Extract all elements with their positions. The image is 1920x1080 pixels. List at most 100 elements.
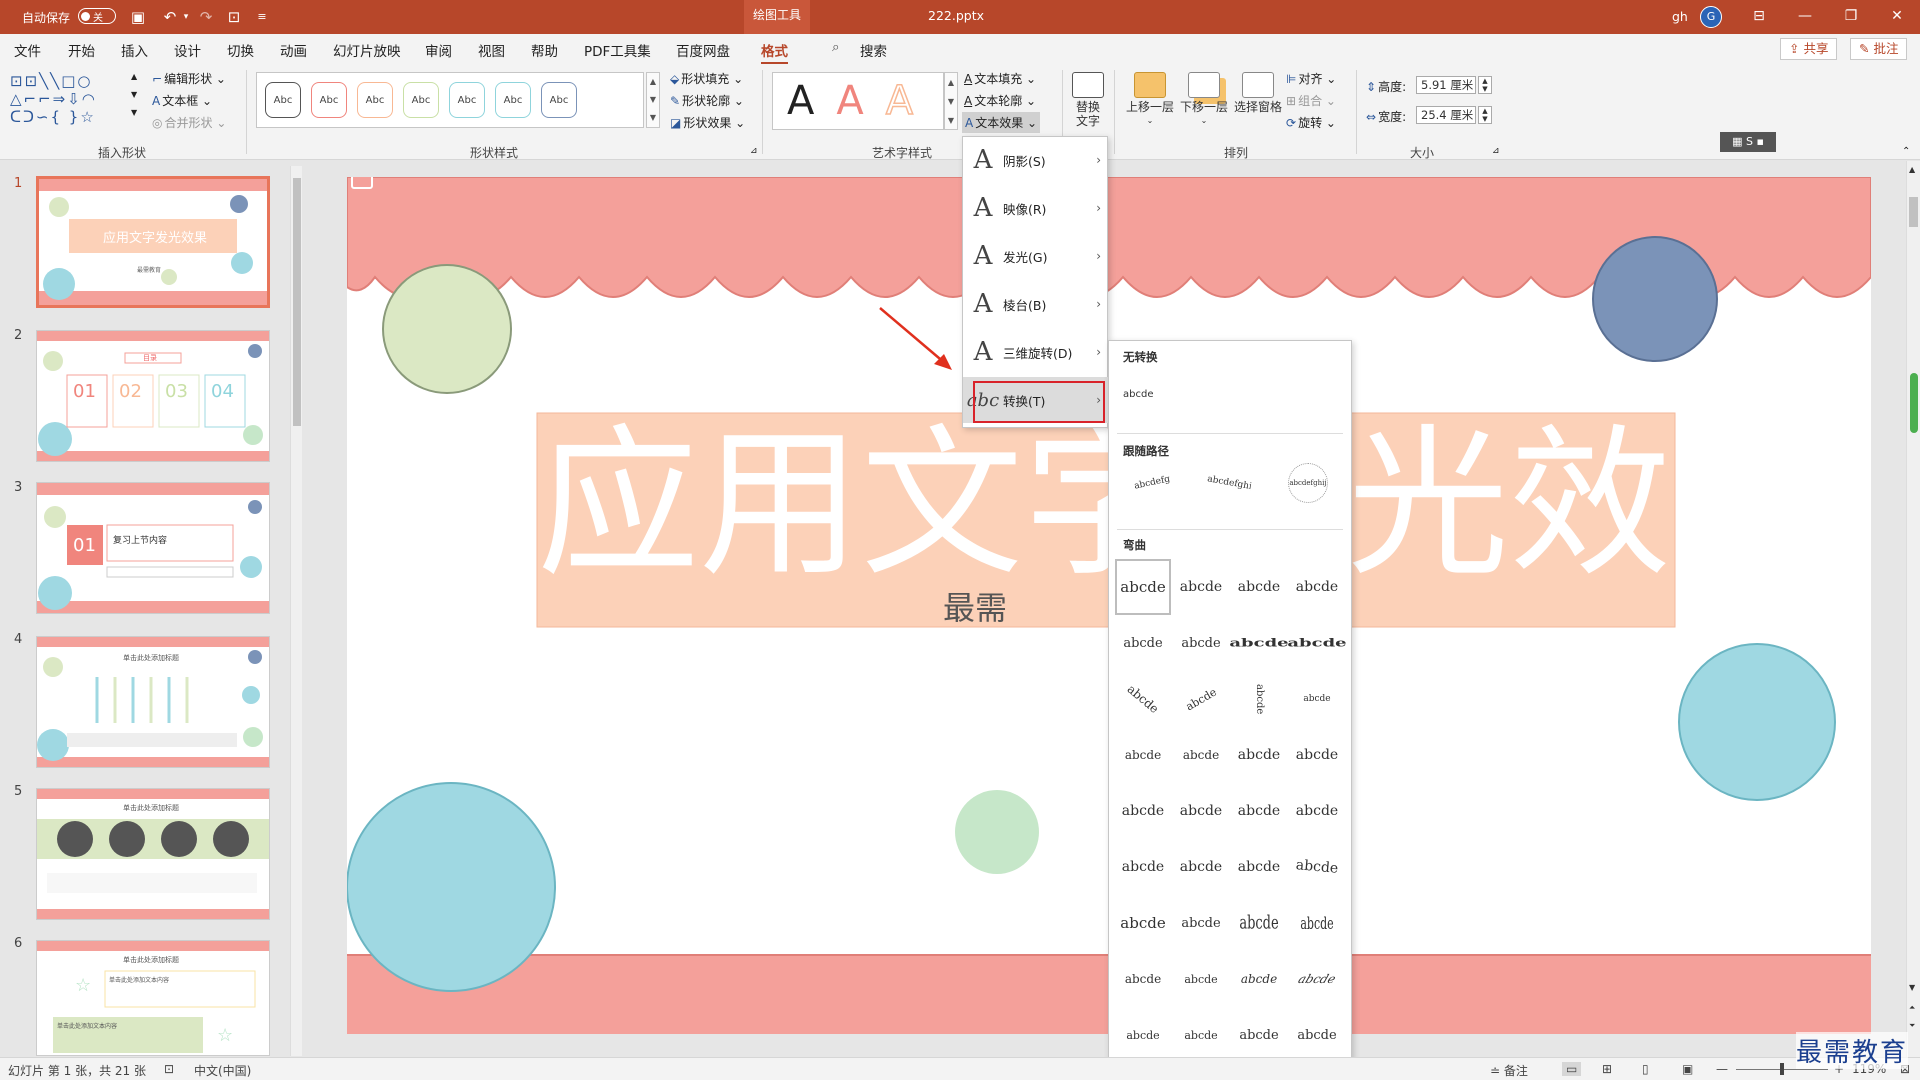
slide-thumbnail-4[interactable]: 单击此处添加标题 (36, 636, 270, 768)
normal-view-icon[interactable]: ▭ (1562, 1062, 1582, 1076)
no-transform-option[interactable]: abcde (1123, 389, 1153, 400)
warp-option[interactable]: abcde (1231, 1007, 1287, 1063)
warp-option[interactable]: abcde (1163, 661, 1239, 737)
dialog-launcher-icon[interactable]: ⊿ (750, 146, 758, 156)
width-input[interactable]: 25.4 厘米 (1416, 106, 1476, 124)
shape-styles-gallery[interactable]: Abc Abc Abc Abc Abc Abc Abc (256, 72, 644, 128)
warp-option[interactable]: abcde (1231, 727, 1287, 783)
thumbnail-scrollbar[interactable] (290, 166, 302, 1056)
send-backward-button[interactable]: 下移一层 ⌄ (1178, 72, 1230, 128)
text-effects-button[interactable]: A 文本效果 ⌄ (962, 112, 1041, 133)
zoom-out-icon[interactable]: — (1716, 1062, 1728, 1076)
warp-option[interactable]: abcde (1173, 783, 1229, 839)
warp-option[interactable]: abcde (1289, 783, 1345, 839)
close-button[interactable]: ✕ (1874, 0, 1920, 34)
slide-subtitle[interactable]: 最需 (943, 583, 1007, 629)
tab-home[interactable]: 开始 (68, 40, 95, 60)
warp-option[interactable]: abcde (1289, 727, 1345, 783)
merge-shapes-button[interactable]: ◎ 合并形状 ⌄ (152, 114, 226, 131)
scroll-thumb[interactable] (293, 178, 301, 426)
slide-sorter-icon[interactable]: ⊞ (1602, 1062, 1612, 1076)
warp-option[interactable]: abcde (1115, 951, 1171, 1007)
menu-item-glow[interactable]: A 发光(G) › (963, 233, 1109, 279)
slide-title[interactable]: 应用文字发光效果 (537, 395, 1677, 615)
scroll-up-icon[interactable]: ▲ (131, 72, 137, 81)
text-fill-button[interactable]: A 文本填充 ⌄ (964, 70, 1036, 87)
ribbon-display-icon[interactable]: ⊟ (1736, 0, 1782, 34)
scroll-down-icon[interactable]: ▼ (1909, 983, 1915, 992)
tab-insert[interactable]: 插入 (121, 40, 148, 60)
shape-styles-scroll[interactable]: ▲ ▼ ▼ (646, 72, 660, 128)
warp-option[interactable]: abcde (1115, 783, 1171, 839)
path-circle[interactable]: abcdefghijklm (1288, 463, 1329, 503)
shape-style-4[interactable]: Abc (403, 82, 439, 118)
height-input[interactable]: 5.91 厘米 (1416, 76, 1476, 94)
shape-style-2[interactable]: Abc (311, 82, 347, 118)
tab-view[interactable]: 视图 (478, 40, 505, 60)
tab-format[interactable]: 格式 (761, 40, 788, 65)
shape-outline-button[interactable]: ✎ 形状轮廓 ⌄ (670, 92, 744, 109)
tab-slideshow[interactable]: 幻灯片放映 (333, 40, 401, 60)
slide-thumbnail-2[interactable]: 目录 01 02 03 04 (36, 330, 270, 462)
shape-fill-button[interactable]: ⬙ 形状填充 ⌄ (670, 70, 743, 87)
shape-style-1[interactable]: Abc (265, 82, 301, 118)
comments-button[interactable]: ✎ 批注 (1850, 38, 1908, 60)
tab-help[interactable]: 帮助 (531, 40, 558, 60)
search-icon[interactable]: ⌕ (832, 39, 840, 55)
tab-design[interactable]: 设计 (174, 40, 201, 60)
align-button[interactable]: ⊫ 对齐 ⌄ (1286, 70, 1336, 87)
warp-option[interactable]: abcde (1115, 839, 1171, 895)
reading-view-icon[interactable]: ▯ (1642, 1062, 1649, 1076)
warp-option[interactable]: abcde (1289, 1007, 1345, 1063)
slide-thumbnail-6[interactable]: ☆ ☆ 单击此处添加标题 单击此处添加文本内容 单击此处添加文本内容 (36, 940, 270, 1056)
warp-option[interactable]: abcde (1231, 671, 1287, 727)
wordart-style-3[interactable]: A (885, 77, 914, 125)
slide-thumbnail-5[interactable]: 单击此处添加标题 (36, 788, 270, 920)
scroll-down-icon[interactable]: ▼ (131, 90, 137, 99)
avatar[interactable]: G (1700, 6, 1722, 28)
wordart-style-2[interactable]: A (836, 78, 863, 124)
warp-option[interactable]: abcde (1173, 727, 1229, 783)
shape-style-3[interactable]: Abc (357, 82, 393, 118)
warp-option[interactable]: abcde (1173, 615, 1229, 671)
shape-style-6[interactable]: Abc (495, 82, 531, 118)
edit-shape-button[interactable]: ⌐ 编辑形状 ⌄ (152, 70, 226, 87)
group-button[interactable]: ⊞ 组合 ⌄ (1286, 92, 1336, 109)
warp-option[interactable]: abcde (1115, 559, 1171, 615)
zoom-slider-vertical[interactable] (1910, 373, 1918, 433)
customize-qat-icon[interactable]: ≡ (252, 7, 272, 27)
height-spinner[interactable]: ▲ ▼ (1478, 76, 1492, 94)
redo-icon[interactable]: ↷ (196, 7, 216, 27)
undo-dropdown-icon[interactable]: ▾ (176, 7, 196, 27)
menu-item-bevel[interactable]: A 棱台(B) › (963, 281, 1109, 327)
tab-review[interactable]: 审阅 (425, 40, 452, 60)
shape-style-5[interactable]: Abc (449, 82, 485, 118)
slideshow-icon[interactable]: ▣ (1682, 1062, 1693, 1076)
menu-item-shadow[interactable]: A 阴影(S) › (963, 137, 1109, 183)
more-shapes-icon[interactable]: ▼ (131, 108, 137, 117)
rotate-button[interactable]: ⟳ 旋转 ⌄ (1286, 114, 1336, 131)
warp-option[interactable]: abcde (1173, 559, 1229, 615)
path-arch-up[interactable]: abcdefg (1133, 474, 1171, 491)
textbox-button[interactable]: A 文本框 ⌄ (152, 92, 212, 109)
scroll-up-icon[interactable]: ▲ (1909, 165, 1915, 174)
alt-text-button[interactable]: 替换 文字 (1068, 72, 1108, 128)
slide-scrollbar[interactable]: ▲ ▼ ⏶ ⏷ (1906, 161, 1920, 1057)
selection-pane-button[interactable]: 选择窗格 (1232, 72, 1284, 114)
warp-option[interactable]: abcde (1231, 884, 1287, 962)
size-dialog-launcher-icon[interactable]: ⊿ (1492, 146, 1500, 156)
wordart-gallery[interactable]: A A A (772, 72, 944, 130)
warp-option[interactable]: abcde (1287, 626, 1346, 660)
share-button[interactable]: ⇪ 共享 (1780, 38, 1838, 60)
warp-option[interactable]: abcde (1115, 1007, 1171, 1063)
notes-button[interactable]: ≐ 备注 (1490, 1062, 1528, 1079)
tab-pdf-tools[interactable]: PDF工具集 (584, 40, 651, 60)
tab-animations[interactable]: 动画 (280, 40, 307, 60)
slide-thumbnail-1[interactable]: 应用文字发光效果 最需教育 (36, 176, 270, 308)
warp-option[interactable]: abcde (1289, 559, 1345, 615)
accessibility-icon[interactable]: ⊡ (164, 1062, 174, 1076)
zoom-slider-thumb[interactable] (1780, 1063, 1784, 1075)
warp-option[interactable]: abcde (1115, 895, 1171, 951)
shape-style-7[interactable]: Abc (541, 82, 577, 118)
search-box[interactable]: 搜索 (860, 40, 887, 60)
